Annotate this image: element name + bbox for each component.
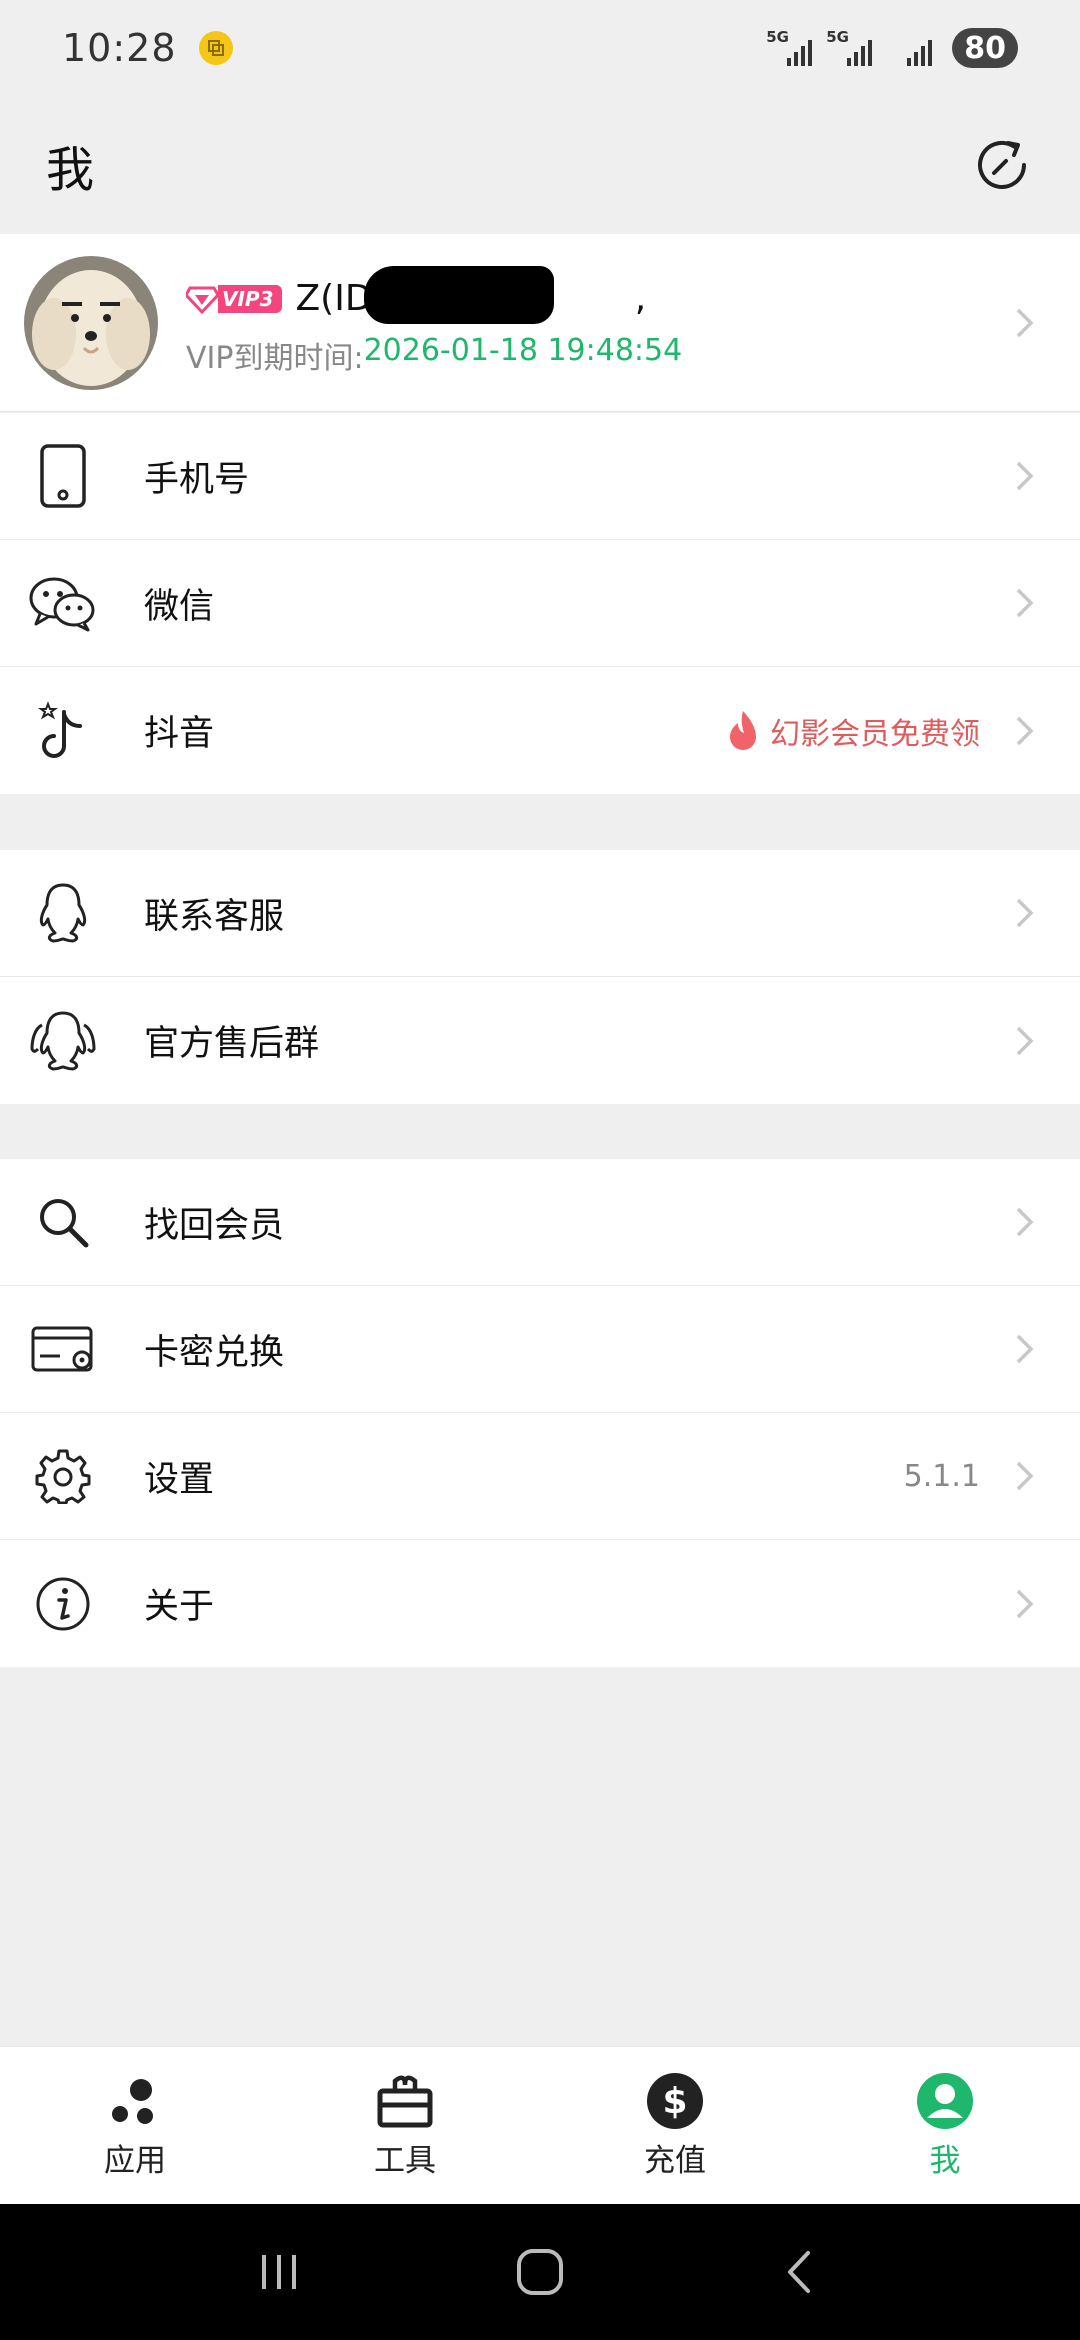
signal-icon-3 bbox=[886, 28, 933, 68]
toolbox-icon bbox=[377, 2075, 433, 2128]
notification-icon bbox=[198, 31, 233, 65]
app-version: 5.1.1 bbox=[903, 1458, 980, 1494]
list-item-settings[interactable]: 设置 5.1.1 bbox=[0, 1413, 1080, 1540]
search-icon bbox=[40, 1199, 89, 1248]
signal-icon-2: 5G bbox=[826, 28, 873, 68]
promo-tag: 幻影会员免费领 bbox=[726, 709, 980, 753]
status-time: 10:28 bbox=[62, 26, 177, 70]
list-item-aftersales-group[interactable]: 官方售后群 bbox=[0, 977, 1080, 1104]
chevron-right-icon bbox=[1016, 1207, 1034, 1237]
list-item-wechat[interactable]: 微信 bbox=[0, 540, 1080, 667]
chevron-right-icon bbox=[1016, 461, 1034, 491]
chevron-right-icon bbox=[1016, 1461, 1034, 1491]
list-item-phone[interactable]: 手机号 bbox=[0, 413, 1080, 540]
svg-text:$: $ bbox=[662, 2081, 687, 2122]
vip-badge: VIP3 bbox=[186, 284, 282, 314]
back-icon[interactable] bbox=[776, 2247, 826, 2297]
battery-indicator: 80 bbox=[952, 28, 1018, 68]
status-bar: 10:28 5G 5G 80 bbox=[0, 0, 1080, 96]
nav-tab-me[interactable]: 我 bbox=[810, 2047, 1080, 2204]
vip-expiry-date: 2026-01-18 19:48:54 bbox=[363, 332, 683, 368]
account-group: 手机号 微信 抖音 幻影会员免费领 bbox=[0, 413, 1080, 794]
recents-icon[interactable] bbox=[254, 2247, 304, 2297]
qq-group-icon bbox=[30, 1011, 96, 1070]
settings-group: 找回会员 卡密兑换 设置 5.1.1 关于 bbox=[0, 1159, 1080, 1667]
home-icon[interactable] bbox=[513, 2245, 567, 2299]
chevron-right-icon bbox=[1016, 898, 1034, 928]
dollar-icon: $ bbox=[647, 2073, 703, 2129]
username: Z(ID:, bbox=[296, 266, 646, 324]
bottom-nav: 应用 工具 $ 充值 我 bbox=[0, 2046, 1080, 2204]
list-item-card-redeem[interactable]: 卡密兑换 bbox=[0, 1286, 1080, 1413]
redaction-mark bbox=[363, 266, 554, 324]
card-icon bbox=[31, 1326, 93, 1372]
chevron-right-icon bbox=[1016, 308, 1034, 337]
info-icon bbox=[36, 1577, 90, 1630]
diamond-icon bbox=[186, 286, 218, 314]
app-header: 我 bbox=[0, 96, 1080, 234]
system-nav-bar bbox=[0, 2204, 1080, 2340]
list-item-customer-service[interactable]: 联系客服 bbox=[0, 850, 1080, 977]
chevron-right-icon bbox=[1016, 1334, 1034, 1364]
vip-expiry-label: VIP到期时间: bbox=[186, 340, 364, 376]
nav-tab-tools[interactable]: 工具 bbox=[270, 2047, 540, 2204]
list-item-douyin[interactable]: 抖音 幻影会员免费领 bbox=[0, 667, 1080, 794]
flame-icon bbox=[730, 710, 756, 750]
page-title: 我 bbox=[46, 142, 95, 198]
vip-level: VIP3 bbox=[218, 284, 282, 313]
chevron-right-icon bbox=[1016, 1026, 1034, 1055]
gear-icon bbox=[35, 1449, 91, 1504]
chevron-right-icon bbox=[1016, 716, 1034, 745]
user-icon bbox=[917, 2073, 973, 2129]
avatar[interactable] bbox=[24, 255, 158, 390]
phone-icon bbox=[40, 444, 86, 508]
list-item-recover-membership[interactable]: 找回会员 bbox=[0, 1159, 1080, 1286]
support-group: 联系客服 官方售后群 bbox=[0, 850, 1080, 1104]
wechat-icon bbox=[29, 577, 95, 632]
profile-card[interactable]: VIP3 Z(ID:, VIP到期时间: 2026-01-18 19:48:54 bbox=[0, 234, 1080, 412]
refresh-icon[interactable] bbox=[970, 133, 1034, 197]
qq-icon bbox=[39, 883, 87, 943]
chevron-right-icon bbox=[1016, 588, 1034, 618]
chevron-right-icon bbox=[1016, 1589, 1034, 1618]
nav-tab-apps[interactable]: 应用 bbox=[0, 2047, 270, 2204]
apps-icon bbox=[112, 2079, 153, 2124]
douyin-icon bbox=[38, 700, 82, 758]
list-item-about[interactable]: 关于 bbox=[0, 1540, 1080, 1667]
nav-tab-recharge[interactable]: $ 充值 bbox=[540, 2047, 810, 2204]
signal-icon: 5G bbox=[766, 28, 813, 68]
